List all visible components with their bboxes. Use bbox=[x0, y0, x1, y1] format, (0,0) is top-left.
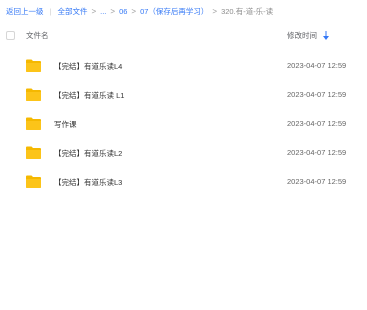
folder-icon bbox=[26, 175, 41, 188]
breadcrumb-level-07[interactable]: 07（保存后再学习） bbox=[140, 6, 208, 18]
breadcrumb-ellipsis[interactable]: ... bbox=[100, 6, 106, 18]
file-name[interactable]: 【完结】有道乐读L2 bbox=[54, 148, 122, 159]
breadcrumb-separator-icon: > bbox=[131, 7, 137, 16]
folder-icon bbox=[26, 88, 41, 101]
file-row[interactable]: 【完结】有道乐读 L1 2023-04-07 12:59 bbox=[0, 81, 367, 110]
file-name[interactable]: 【完结】有道乐读L3 bbox=[54, 177, 122, 188]
folder-icon bbox=[26, 59, 41, 72]
file-modified-time: 2023-04-07 12:59 bbox=[287, 90, 347, 99]
file-modified-time: 2023-04-07 12:59 bbox=[287, 177, 347, 186]
folder-icon bbox=[26, 117, 41, 130]
file-name[interactable]: 写作课 bbox=[54, 119, 77, 130]
file-modified-time: 2023-04-07 12:59 bbox=[287, 148, 347, 157]
breadcrumb-current: 320.有-道-乐-读 bbox=[221, 7, 274, 16]
file-name[interactable]: 【完结】有道乐读 L1 bbox=[54, 90, 124, 101]
file-browser: 返回上一级 | 全部文件 > ... > 06 > 07（保存后再学习） > 3… bbox=[0, 0, 367, 310]
breadcrumb-separator-icon: > bbox=[212, 7, 218, 16]
file-list-header: 文件名 修改时间 bbox=[0, 28, 367, 44]
file-row[interactable]: 【完结】有道乐读L4 2023-04-07 12:59 bbox=[0, 52, 367, 81]
breadcrumb-separator-icon: > bbox=[110, 7, 116, 16]
select-all-checkbox[interactable] bbox=[6, 31, 15, 40]
file-row[interactable]: 【完结】有道乐读L2 2023-04-07 12:59 bbox=[0, 139, 367, 168]
breadcrumb-separator-icon: > bbox=[91, 7, 97, 16]
header-modified-time[interactable]: 修改时间 bbox=[287, 30, 329, 41]
breadcrumb: 返回上一级 | 全部文件 > ... > 06 > 07（保存后再学习） > 3… bbox=[6, 6, 273, 18]
file-modified-time: 2023-04-07 12:59 bbox=[287, 119, 347, 128]
file-name[interactable]: 【完结】有道乐读L4 bbox=[54, 61, 122, 72]
header-modified-time-label: 修改时间 bbox=[287, 31, 317, 40]
header-file-name[interactable]: 文件名 bbox=[26, 30, 49, 41]
file-row[interactable]: 写作课 2023-04-07 12:59 bbox=[0, 110, 367, 139]
file-row[interactable]: 【完结】有道乐读L3 2023-04-07 12:59 bbox=[0, 168, 367, 197]
folder-icon bbox=[26, 146, 41, 159]
back-link[interactable]: 返回上一级 bbox=[6, 6, 44, 18]
file-modified-time: 2023-04-07 12:59 bbox=[287, 61, 347, 70]
breadcrumb-level-06[interactable]: 06 bbox=[119, 6, 127, 18]
breadcrumb-all-files[interactable]: 全部文件 bbox=[57, 6, 87, 18]
breadcrumb-divider: | bbox=[49, 7, 52, 16]
sort-descending-icon[interactable] bbox=[323, 31, 329, 40]
